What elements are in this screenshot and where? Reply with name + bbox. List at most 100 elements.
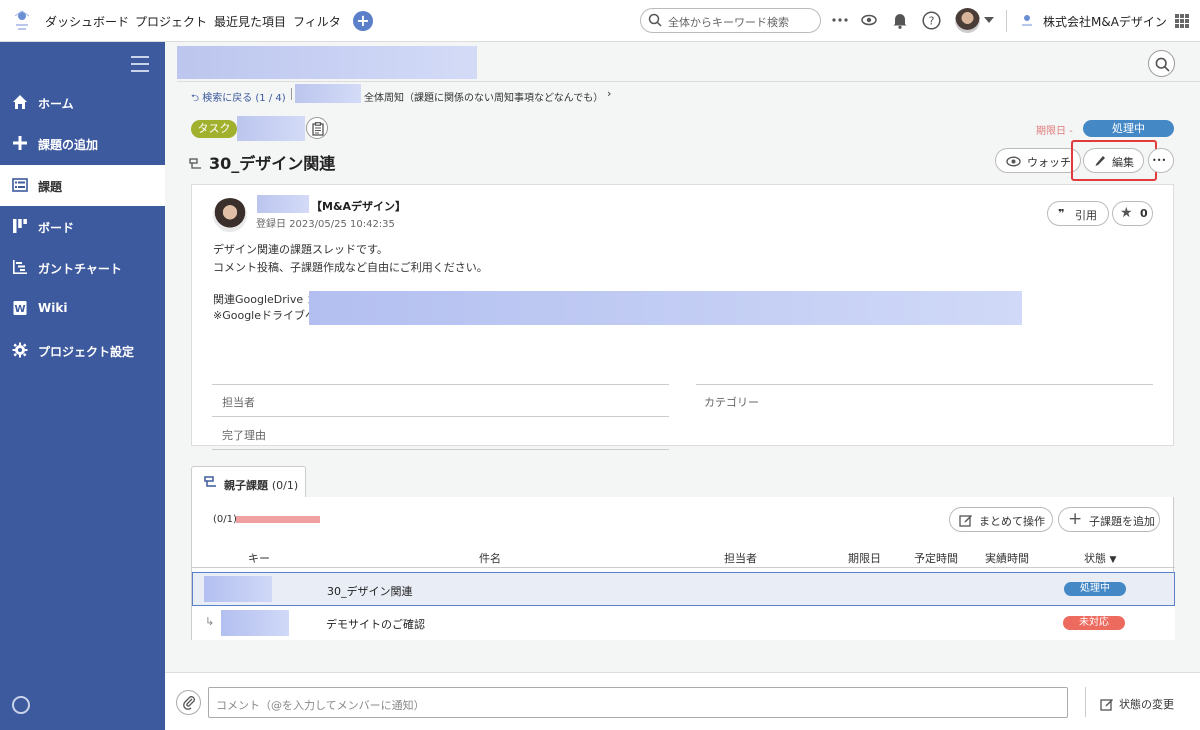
gantt-icon <box>13 260 27 274</box>
tab-parent-child[interactable]: 親子課題 (0/1) <box>191 466 306 497</box>
parent-issue-icon <box>204 476 216 487</box>
issue-key-redacted <box>237 116 305 141</box>
issue-key-redacted <box>221 610 289 636</box>
watch-eye-icon[interactable] <box>861 13 877 27</box>
more-dots-icon[interactable] <box>832 18 848 22</box>
description-line: ※Googleドライブへ <box>213 309 317 322</box>
divider <box>696 384 1153 385</box>
home-icon <box>13 95 27 109</box>
quote-label: 引用 <box>1075 209 1097 222</box>
column-header-subject[interactable]: 件名 <box>479 550 501 566</box>
child-indent-icon: ↳ <box>205 615 215 628</box>
hamburger-menu-icon[interactable] <box>131 56 149 77</box>
column-header-assignee[interactable]: 担当者 <box>724 550 757 566</box>
table-row[interactable]: 30_デザイン関連 処理中 <box>192 572 1175 606</box>
svg-text:?: ? <box>929 15 935 28</box>
author-name: 【M&Aデザイン】 <box>311 200 407 213</box>
bulk-operation-button[interactable]: まとめて操作 <box>949 507 1053 532</box>
divider <box>192 567 1175 568</box>
sidebar-item-board[interactable]: ボード <box>0 206 165 247</box>
svg-text:W: W <box>14 304 25 315</box>
bell-icon[interactable] <box>892 12 908 29</box>
tab-label: 親子課題 <box>224 479 268 492</box>
divider <box>212 384 669 385</box>
nav-dashboard[interactable]: ダッシュボード <box>45 13 129 30</box>
progress-label: (0/1) <box>213 514 237 525</box>
paperclip-icon[interactable] <box>176 690 201 715</box>
column-header-key[interactable]: キー <box>248 550 270 566</box>
sidebar-item-issues[interactable]: 課題 <box>0 165 165 206</box>
search-icon <box>648 13 662 27</box>
nav-project[interactable]: プロジェクト <box>135 13 207 30</box>
more-actions-button[interactable]: ••• <box>1148 148 1174 173</box>
sidebar-item-wiki[interactable]: W Wiki <box>0 288 165 329</box>
row-subject[interactable]: デモサイトのご確認 <box>326 616 425 632</box>
change-status-button[interactable]: 状態の変更 <box>1100 696 1174 712</box>
comment-input[interactable]: コメント（@を入力してメンバーに通知） <box>208 687 1068 718</box>
sidebar-item-label: ガントチャート <box>38 262 122 276</box>
issue-title-text: 30_デザイン関連 <box>209 154 336 173</box>
chat-bubble-icon[interactable] <box>12 696 30 714</box>
watch-label: ウォッチ <box>1027 156 1071 169</box>
breadcrumb-key-redacted <box>295 84 361 103</box>
row-subject[interactable]: 30_デザイン関連 <box>327 583 413 599</box>
issue-type-badge: タスク <box>191 120 237 138</box>
column-header-due-date[interactable]: 期限日 <box>848 550 881 566</box>
chevron-down-icon[interactable] <box>984 17 994 23</box>
divider <box>212 449 669 450</box>
breadcrumb-item[interactable]: 全体周知（課題に関係のない周知事項などなんでも） <box>364 89 603 104</box>
apps-grid-icon[interactable] <box>1175 14 1189 28</box>
chevron-right-icon[interactable]: › <box>607 87 611 100</box>
column-header-actual-hours[interactable]: 実績時間 <box>985 550 1029 566</box>
project-title-redacted <box>177 46 477 79</box>
user-avatar[interactable] <box>955 8 980 33</box>
plus-circle-icon[interactable]: + <box>353 11 373 31</box>
watch-button[interactable]: ウォッチ <box>995 148 1081 173</box>
quote-icon: ❞ <box>1058 207 1065 220</box>
add-child-issue-button[interactable]: + 子課題を追加 <box>1058 507 1160 532</box>
sidebar-item-home[interactable]: ホーム <box>0 82 165 123</box>
status-badge: 未対応 <box>1063 616 1125 630</box>
author-name-redacted <box>257 195 309 213</box>
nav-recent[interactable]: 最近見た項目 <box>214 13 286 30</box>
column-header-estimated-hours[interactable]: 予定時間 <box>914 550 958 566</box>
global-search-input[interactable]: 全体からキーワード検索 <box>640 8 821 33</box>
bulk-edit-icon <box>959 515 972 527</box>
star-button[interactable]: ★ 0 <box>1112 201 1153 226</box>
search-icon <box>1155 57 1170 72</box>
breadcrumb-back-link[interactable]: ⮌ 検索に戻る (1 / 4) <box>191 89 286 108</box>
registered-date: 登録日 2023/05/25 10:42:35 <box>256 219 395 230</box>
main-content: ⮌ 検索に戻る (1 / 4) 全体周知（課題に関係のない周知事項などなんでも）… <box>165 42 1200 730</box>
sidebar-item-add-issue[interactable]: 課題の追加 <box>0 123 165 164</box>
status-badge: 処理中 <box>1064 582 1126 596</box>
quote-button[interactable]: ❞ 引用 <box>1047 201 1109 226</box>
assignee-field-label: 担当者 <box>222 396 255 409</box>
divider <box>291 88 292 100</box>
table-row[interactable]: ↳ デモサイトのご確認 未対応 <box>192 606 1175 640</box>
description-line: 関連GoogleDrive ： <box>213 293 318 306</box>
subtasks-panel: (0/1) まとめて操作 + 子課題を追加 キー 件名 担当者 期限日 予定時間… <box>191 497 1175 640</box>
bulk-operation-label: まとめて操作 <box>979 515 1045 528</box>
issue-search-button[interactable] <box>1148 50 1175 77</box>
sidebar: ホーム 課題の追加 課題 ボード ガントチャート W Wiki プロジェクト設定 <box>0 42 165 730</box>
drive-link-redacted[interactable] <box>309 291 1022 325</box>
divider <box>212 416 669 417</box>
sidebar-item-gantt[interactable]: ガントチャート <box>0 247 165 288</box>
divider <box>1006 10 1007 32</box>
nav-filter[interactable]: フィルタ <box>293 13 341 30</box>
column-header-status[interactable]: 状態 ▼ <box>1084 550 1116 566</box>
edit-box-icon <box>1100 699 1113 711</box>
help-icon[interactable]: ? <box>922 11 941 30</box>
issue-title: 30_デザイン関連 <box>189 150 335 174</box>
app-logo-icon[interactable] <box>12 8 32 34</box>
company-name[interactable]: 株式会社M&Aデザイン <box>1043 13 1167 30</box>
copy-clipboard-icon[interactable] <box>306 117 328 139</box>
board-icon <box>13 219 27 233</box>
description-line: デザイン関連の課題スレッドです。 <box>213 243 388 256</box>
due-date-label: 期限日 - <box>1036 126 1073 137</box>
status-badge[interactable]: 処理中 <box>1083 120 1174 137</box>
sidebar-item-label: ホーム <box>38 97 74 111</box>
sidebar-item-project-settings[interactable]: プロジェクト設定 <box>0 330 165 371</box>
star-icon: ★ <box>1120 205 1133 221</box>
gear-icon <box>12 342 28 358</box>
